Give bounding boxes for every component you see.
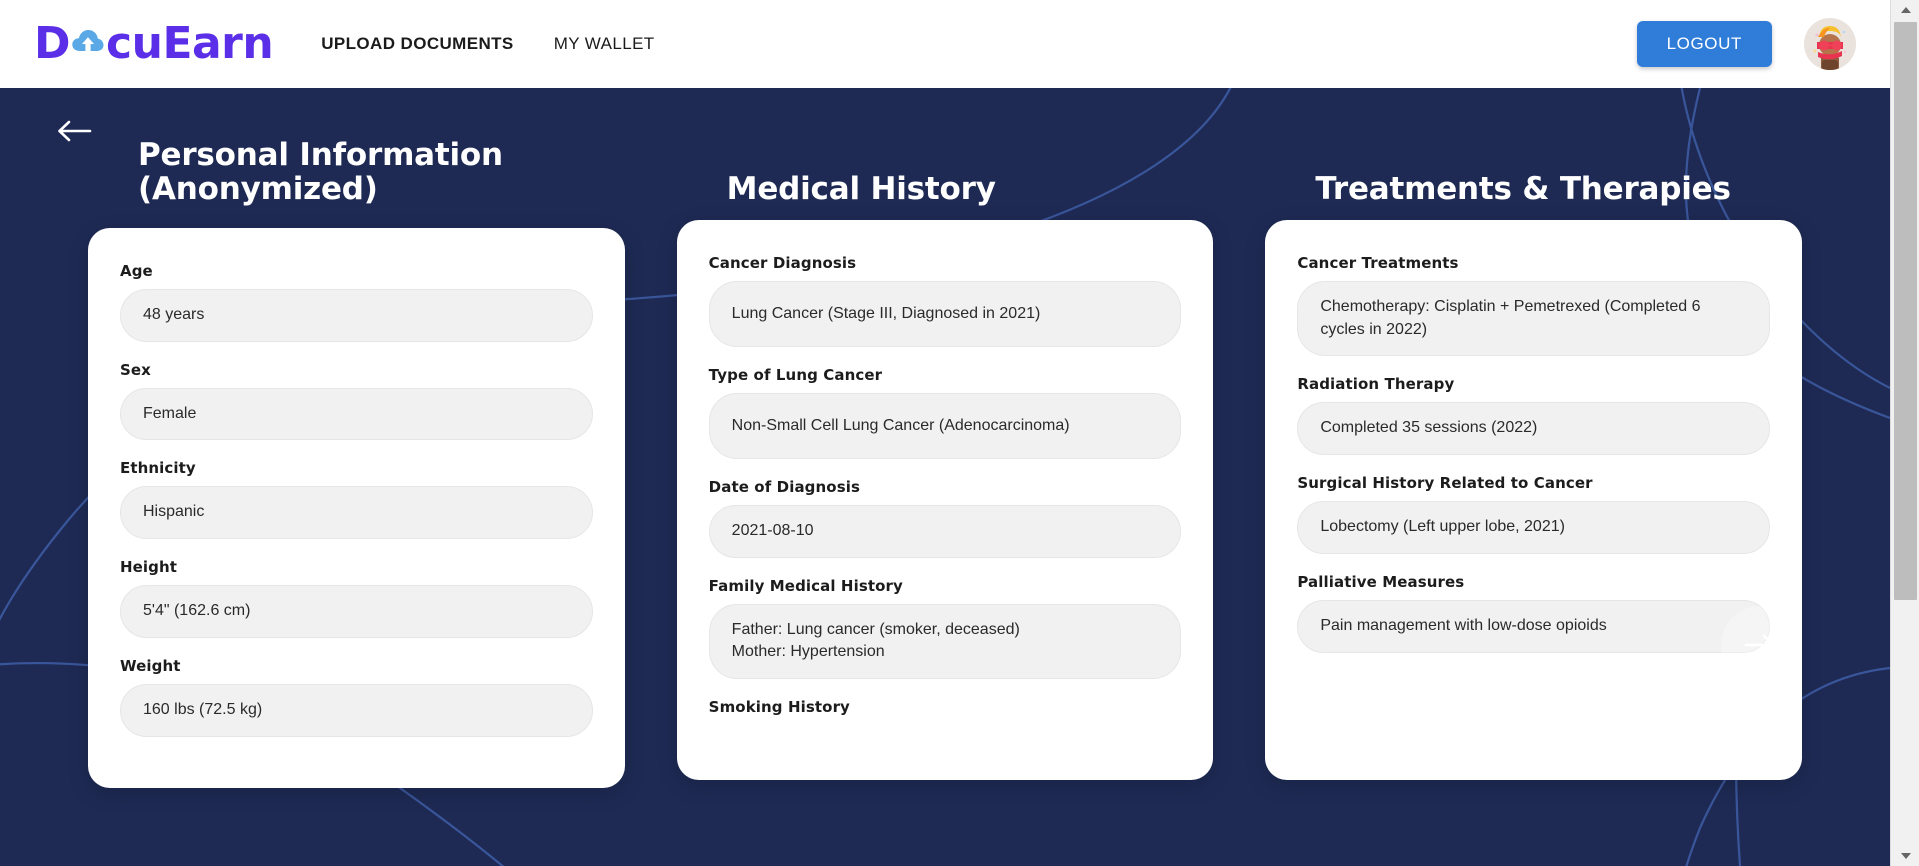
field-label: Weight xyxy=(120,656,181,675)
field-label: Surgical History Related to Cancer xyxy=(1297,474,1593,493)
field-value[interactable]: Hispanic xyxy=(120,486,593,540)
field-label: Age xyxy=(120,262,153,280)
field-value[interactable]: Non-Small Cell Lung Cancer (Adenocarcino… xyxy=(708,393,1182,459)
field-label: Height xyxy=(120,558,178,577)
scroll-down-button[interactable] xyxy=(1891,846,1919,866)
field-label: Ethnicity xyxy=(120,459,196,478)
field-value[interactable]: 160 lbs (72.5 kg) xyxy=(120,683,593,737)
field-label: Cancer Diagnosis xyxy=(708,254,857,272)
field-label: Family Medical History xyxy=(708,576,903,595)
field-value[interactable]: Father: Lung cancer (smoker, deceased) M… xyxy=(708,603,1182,680)
column-treatments-therapies: Treatments & Therapies Cancer Treatments… xyxy=(1265,88,1803,866)
field-age: Age 48 years xyxy=(120,262,593,342)
field-family-medical-history: Family Medical History Father: Lung canc… xyxy=(708,576,1182,680)
logo-text-after: cuEarn xyxy=(106,18,274,69)
field-value[interactable]: Lobectomy (Left upper lobe, 2021) xyxy=(1297,501,1771,554)
chevron-down-icon xyxy=(1900,853,1911,859)
content-stage: Personal Information (Anonymized) Age 48… xyxy=(0,88,1890,866)
column-personal-information: Personal Information (Anonymized) Age 48… xyxy=(88,88,625,866)
medical-history-card: Cancer Diagnosis Lung Cancer (Stage III,… xyxy=(676,220,1214,780)
detail-columns: Personal Information (Anonymized) Age 48… xyxy=(0,88,1890,866)
next-page-button[interactable] xyxy=(1721,606,1799,684)
field-cancer-diagnosis: Cancer Diagnosis Lung Cancer (Stage III,… xyxy=(708,254,1182,347)
arrow-right-icon xyxy=(1744,634,1775,656)
page-scrollbar[interactable] xyxy=(1890,0,1919,866)
field-label: Sex xyxy=(120,360,151,379)
field-label: Smoking History xyxy=(708,698,850,717)
logout-button[interactable]: LOGOUT xyxy=(1636,21,1772,67)
brand-logo[interactable]: DcuEarn xyxy=(34,18,274,69)
field-value[interactable]: Pain management with low-dose opioids xyxy=(1297,599,1771,653)
field-weight: Weight 160 lbs (72.5 kg) xyxy=(120,657,593,737)
field-cancer-treatments: Cancer Treatments Chemotherapy: Cisplati… xyxy=(1297,254,1771,357)
field-radiation-therapy: Radiation Therapy Completed 35 sessions … xyxy=(1297,375,1771,456)
nav-item-upload-documents[interactable]: UPLOAD DOCUMENTS xyxy=(321,34,513,54)
field-type-of-lung-cancer: Type of Lung Cancer Non-Small Cell Lung … xyxy=(708,366,1182,459)
field-smoking-history: Smoking History xyxy=(709,698,1182,716)
field-date-of-diagnosis: Date of Diagnosis 2021-08-10 xyxy=(708,478,1182,558)
scrollbar-thumb[interactable] xyxy=(1894,22,1917,600)
field-value[interactable]: Completed 35 sessions (2022) xyxy=(1297,402,1771,456)
scroll-up-button[interactable] xyxy=(1891,0,1919,20)
field-value[interactable]: 5'4" (162.6 cm) xyxy=(120,585,593,638)
field-surgical-history: Surgical History Related to Cancer Lobec… xyxy=(1297,474,1771,554)
field-label: Radiation Therapy xyxy=(1297,375,1455,394)
field-value[interactable]: Female xyxy=(120,387,593,441)
field-label: Palliative Measures xyxy=(1297,572,1465,591)
personal-information-card: Age 48 years Sex Female Ethnicity Hispan… xyxy=(88,228,625,788)
field-label: Date of Diagnosis xyxy=(708,478,860,496)
field-value[interactable]: 48 years xyxy=(120,289,593,342)
header-right-group: LOGOUT xyxy=(1636,18,1856,70)
avatar[interactable] xyxy=(1804,18,1856,70)
cloud-upload-icon xyxy=(71,26,105,60)
app-header: DcuEarn UPLOAD DOCUMENTS MY WALLET LOGOU… xyxy=(0,0,1890,88)
column-title: Treatments & Therapies xyxy=(1315,170,1731,207)
field-palliative-measures: Palliative Measures Pain management with… xyxy=(1297,572,1771,653)
column-medical-history: Medical History Cancer Diagnosis Lung Ca… xyxy=(676,88,1214,866)
column-title: Medical History xyxy=(726,170,996,207)
nav-item-my-wallet[interactable]: MY WALLET xyxy=(554,34,655,54)
chevron-up-icon xyxy=(1900,7,1911,13)
app-root: DcuEarn UPLOAD DOCUMENTS MY WALLET LOGOU… xyxy=(0,0,1919,866)
field-label: Cancer Treatments xyxy=(1297,254,1459,272)
field-value[interactable]: Lung Cancer (Stage III, Diagnosed in 202… xyxy=(708,281,1182,347)
main-nav: UPLOAD DOCUMENTS MY WALLET xyxy=(321,34,654,54)
logo-text-before: D xyxy=(34,18,71,69)
field-ethnicity: Ethnicity Hispanic xyxy=(120,459,593,540)
field-value[interactable]: Chemotherapy: Cisplatin + Pemetrexed (Co… xyxy=(1297,281,1771,357)
column-title: Personal Information (Anonymized) xyxy=(138,137,503,207)
treatments-therapies-card: Cancer Treatments Chemotherapy: Cisplati… xyxy=(1265,220,1803,780)
field-sex: Sex Female xyxy=(120,361,593,441)
field-value[interactable]: 2021-08-10 xyxy=(708,505,1182,558)
field-height: Height 5'4" (162.6 cm) xyxy=(120,558,593,638)
field-label: Type of Lung Cancer xyxy=(708,366,883,384)
